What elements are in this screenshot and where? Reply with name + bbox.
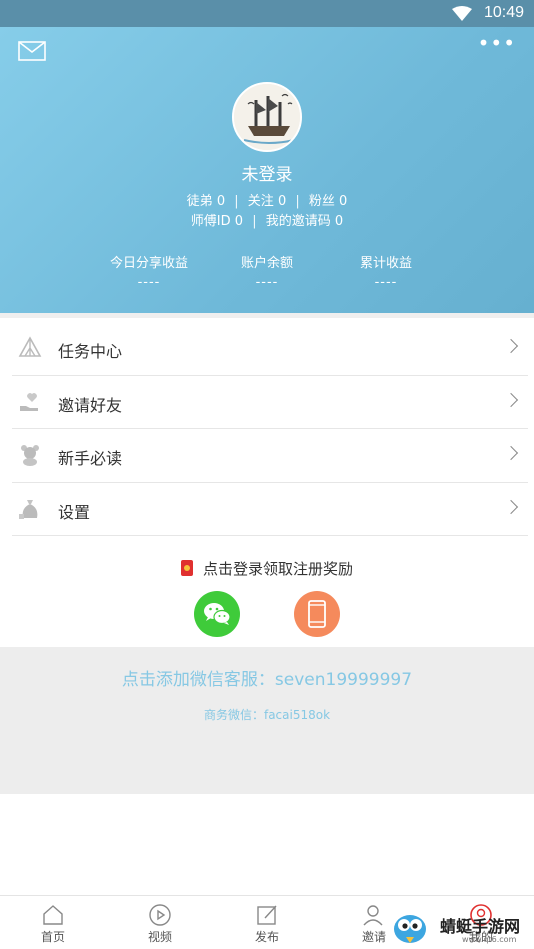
invite-code-value: 0 [334,214,344,229]
divider: | [252,214,257,229]
stat-following-label[interactable]: 关注 [248,194,274,209]
earn-label: 累计收益 [359,256,412,271]
menu-item-task-center[interactable]: 任务中心 [12,322,528,376]
wechat-login-button[interactable] [194,591,240,637]
menu-label: 邀请好友 [58,395,123,415]
menu-item-beginner-guide[interactable]: 新手必读 [12,429,528,483]
phone-login-button[interactable] [294,591,340,637]
tent-icon [18,336,42,357]
tab-label: 首页 [40,930,65,944]
wifi-icon [452,6,472,21]
stat-apprentice-value: 0 [216,194,226,209]
chevron-right-icon [503,445,519,461]
ship-logo-icon [234,84,300,150]
menu-list: 任务中心 邀请好友 新手必读 设置 [12,322,528,536]
heart-hand-icon [20,392,38,411]
watermark-name: 蜻蜓手游网 [440,917,521,936]
earn-label: 今日分享收益 [109,256,188,271]
mail-icon[interactable] [18,41,46,61]
chevron-right-icon [503,338,519,354]
master-id-label: 师傅ID [190,214,231,229]
login-reward-prompt[interactable]: 点击登录领取注册奖励 [0,558,534,579]
site-watermark: 蜻蜓手游网 www.qt6.com [388,905,534,949]
divider: | [234,194,239,209]
divider: | [295,194,300,209]
account-balance[interactable]: 账户余额 ---- [207,252,327,290]
login-reward-text: 点击登录领取注册奖励 [202,560,353,578]
bear-icon [21,445,39,466]
watermark-url: www.qt6.com [462,935,517,944]
menu-item-invite-friends[interactable]: 邀请好友 [12,376,528,429]
tab-label: 视频 [147,930,172,944]
stat-followers-label[interactable]: 粉丝 [309,194,335,209]
invite-code-label: 我的邀请码 [265,214,331,229]
avatar[interactable] [232,82,302,152]
add-wechat-service-link[interactable]: 点击添加微信客服：seven19999997 [0,665,534,690]
chevron-right-icon [503,499,519,514]
id-stats: 师傅ID 0 | 我的邀请码 0 [0,210,534,229]
profile-header: ••• 未登录 徒弟 0 | 关注 0 | 粉丝 0 师傅ID 0 | 我的邀请… [0,27,534,313]
money-bag-icon [19,499,38,519]
stat-following-value: 0 [277,194,287,209]
person-add-icon [363,905,383,926]
customer-service-panel: 点击添加微信客服：seven19999997 商务微信：facai518ok [0,647,534,794]
earn-value: ---- [374,275,398,290]
clock: 10:49 [483,4,524,21]
stat-apprentice-label[interactable]: 徒弟 [187,194,213,209]
menu-label: 新手必读 [58,449,123,468]
menu-label: 任务中心 [58,342,123,361]
menu-item-settings[interactable]: 设置 [12,483,528,536]
earn-value: ---- [137,275,161,290]
chevron-right-icon [503,392,519,407]
today-share-earnings[interactable]: 今日分享收益 ---- [89,252,209,290]
total-earnings[interactable]: 累计收益 ---- [326,252,446,290]
status-bar: 10:49 [0,0,534,27]
play-icon [149,904,171,926]
social-stats: 徒弟 0 | 关注 0 | 粉丝 0 [0,190,534,209]
master-id-value: 0 [234,214,244,229]
business-wechat-text: 商务微信：facai518ok [203,708,331,722]
dragonfly-mascot-icon [394,915,426,943]
username[interactable]: 未登录 [0,160,534,185]
tab-publish[interactable]: 发布 [214,896,320,949]
more-icon[interactable]: ••• [478,33,516,53]
wechat-icon [204,603,231,625]
phone-icon [308,600,326,628]
red-envelope-icon [180,560,193,576]
edit-icon [257,905,277,925]
home-icon [43,905,63,925]
tab-home[interactable]: 首页 [0,896,106,949]
tab-video[interactable]: 视频 [107,896,213,949]
stat-followers-value: 0 [339,194,348,209]
earn-label: 账户余额 [240,256,293,271]
tab-label: 发布 [254,930,279,944]
menu-label: 设置 [58,502,91,522]
earn-value: ---- [255,275,279,290]
section-divider [0,313,534,318]
